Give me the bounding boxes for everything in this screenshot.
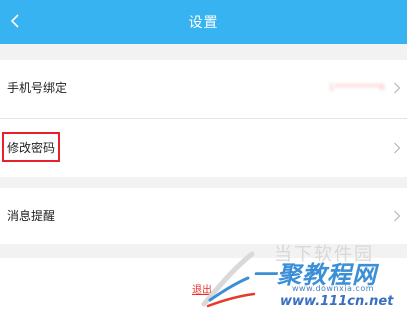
page-title: 设置: [188, 15, 219, 31]
settings-item-change-password[interactable]: 修改密码: [0, 120, 407, 176]
chevron-right-icon: [393, 142, 401, 154]
account-settings-group: 手机号绑定 1**********6 修改密码: [0, 60, 407, 177]
change-password-label: 修改密码: [7, 141, 56, 155]
chevron-right-icon: [393, 210, 401, 222]
settings-item-phone-binding[interactable]: 手机号绑定 1**********6: [0, 60, 407, 116]
divider: [0, 118, 407, 119]
navigation-bar: 设置: [0, 0, 407, 44]
phone-binding-label: 手机号绑定: [7, 81, 68, 95]
notifications-label: 消息提醒: [7, 209, 56, 223]
notification-settings-group: 消息提醒: [0, 188, 407, 244]
chevron-right-icon: [393, 82, 401, 94]
phone-number-value: 1**********6: [328, 83, 385, 93]
logout-link[interactable]: 退出: [192, 281, 212, 296]
settings-item-notifications[interactable]: 消息提醒: [0, 188, 407, 244]
